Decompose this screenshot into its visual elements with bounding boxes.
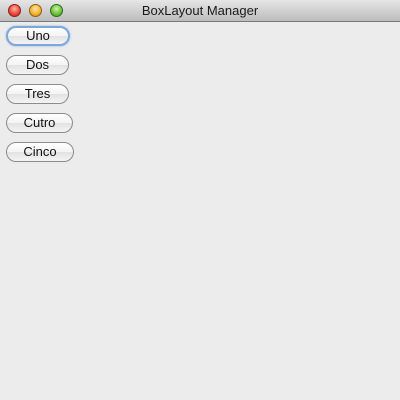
title-bar[interactable]: BoxLayout Manager [0, 0, 400, 22]
button-uno[interactable]: Uno [6, 26, 70, 46]
window-title: BoxLayout Manager [141, 3, 259, 18]
button-cinco[interactable]: Cinco [6, 142, 74, 162]
app-window: BoxLayout Manager Uno Dos Tres Cutro Cin… [0, 0, 400, 400]
button-cutro[interactable]: Cutro [6, 113, 73, 133]
box-layout-panel: Uno Dos Tres Cutro Cinco [0, 23, 400, 400]
button-dos[interactable]: Dos [6, 55, 69, 75]
button-tres[interactable]: Tres [6, 84, 69, 104]
